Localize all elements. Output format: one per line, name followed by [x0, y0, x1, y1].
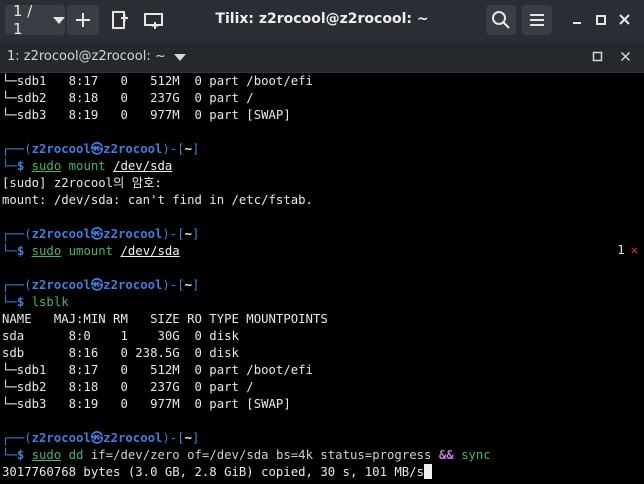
terminal-close-icon[interactable] [620, 51, 632, 63]
title-bar: 1 / 1 Tilix: z2rocool@z2rocool: ~ [0, 0, 644, 42]
prompt-line: ┌──(z2rocool㉿z2rocool)-[~] [2, 142, 200, 156]
close-icon [619, 14, 630, 25]
progress-output-line: 3017760768 bytes (3.0 GB, 2.8 GiB) copie… [2, 464, 432, 481]
table-row: └─sdb1 8:17 0 512M 0 part /boot/efi [2, 363, 313, 377]
command-line: └─$ sudo umount /dev/sda [2, 244, 180, 258]
output-line: mount: /dev/sda: can't find in /etc/fsta… [2, 193, 313, 207]
menu-button[interactable] [522, 5, 552, 35]
maximize-button[interactable] [590, 5, 612, 35]
terminal-title: 1: z2rocool@z2rocool: ~ [7, 49, 166, 64]
close-button[interactable] [614, 5, 636, 35]
command-line: └─$ lsblk [2, 295, 69, 309]
minimize-icon [573, 22, 581, 24]
terminal-output[interactable]: └─sdb1 8:17 0 512M 0 part /boot/efi └─sd… [0, 73, 644, 484]
table-row: └─sdb3 8:19 0 977M 0 part [SWAP] [2, 397, 291, 411]
prompt-line: ┌──(z2rocool㉿z2rocool)-[~] [2, 227, 200, 241]
output-line: └─sdb1 8:17 0 512M 0 part /boot/efi [2, 74, 313, 88]
error-x-icon: ✕ [630, 243, 638, 257]
terminal-menu-chevron-icon[interactable] [174, 54, 186, 61]
text-cursor [424, 464, 432, 479]
find-button[interactable] [486, 5, 516, 35]
exit-code: 1 [617, 243, 625, 257]
output-line: └─sdb2 8:18 0 237G 0 part / [2, 91, 254, 105]
command-line: └─$ sudo mount /dev/sda [2, 159, 173, 173]
command-line: └─$ sudo dd if=/dev/zero of=/dev/sda bs=… [2, 448, 491, 462]
maximize-icon [596, 15, 606, 25]
table-row: sdb 8:16 0 238.5G 0 disk [2, 346, 239, 360]
hamburger-menu-icon [530, 14, 544, 26]
output-line: └─sdb3 8:19 0 977M 0 part [SWAP] [2, 108, 291, 122]
prompt-line: ┌──(z2rocool㉿z2rocool)-[~] [2, 278, 200, 292]
output-line: [sudo] z2rocool의 암호: [2, 176, 162, 190]
terminal-header: 1: z2rocool@z2rocool: ~ [0, 42, 644, 73]
table-row: └─sdb2 8:18 0 237G 0 part / [2, 380, 254, 394]
search-icon [492, 11, 510, 29]
minimize-button[interactable] [566, 5, 588, 35]
prompt-line: ┌──(z2rocool㉿z2rocool)-[~] [2, 431, 200, 445]
exit-status-badge: 1 ✕ [617, 243, 638, 257]
table-row: sda 8:0 1 30G 0 disk [2, 329, 239, 343]
terminal-maximize-icon[interactable] [592, 51, 604, 63]
table-header: NAME MAJ:MIN RM SIZE RO TYPE MOUNTPOINTS [2, 312, 328, 326]
